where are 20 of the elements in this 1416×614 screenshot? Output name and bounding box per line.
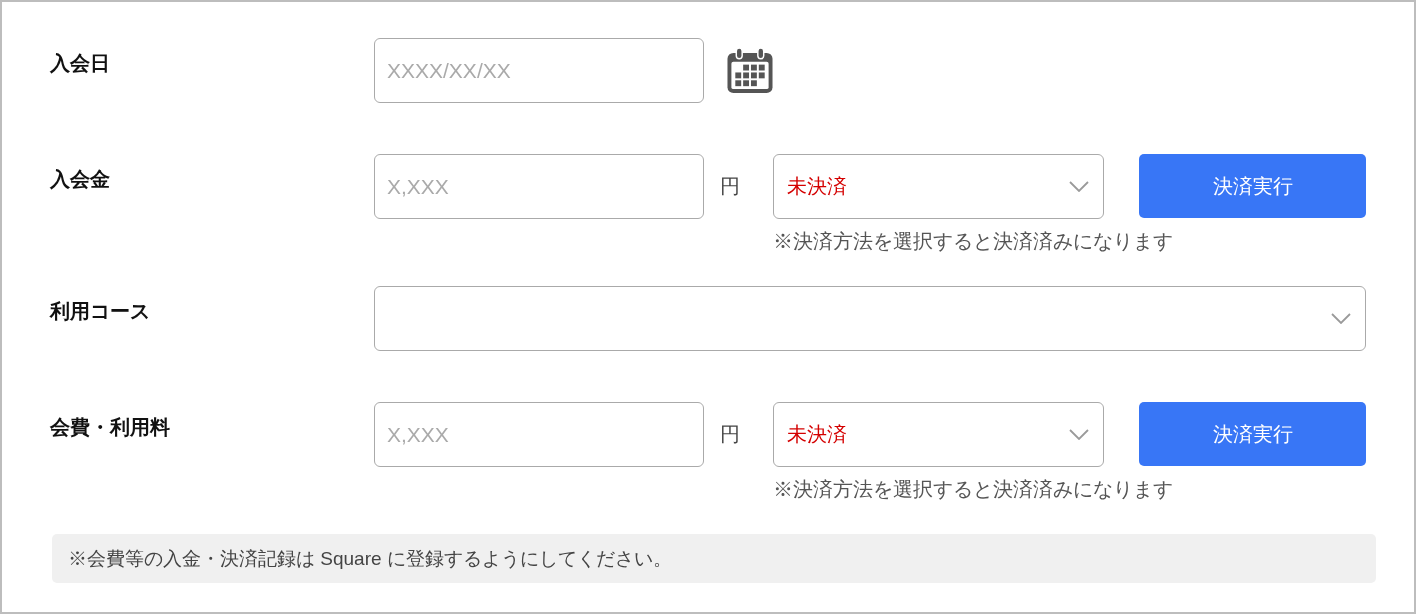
notice-banner: ※会費等の入金・決済記録は Square に登録するようにしてください。 [52,534,1376,583]
execute-payment-button[interactable]: 決済実行 [1139,154,1366,218]
execute-payment-button[interactable]: 決済実行 [1139,402,1366,466]
payment-status-dropdown[interactable]: 未決済 [773,402,1104,467]
amount-input[interactable]: X,XXX [374,402,704,467]
payment-status-dropdown[interactable]: 未決済 [773,154,1104,219]
chevron-down-icon [1331,313,1351,324]
payment-hint: ※決済方法を選択すると決済済みになります [773,477,1173,502]
amount-input[interactable]: X,XXX [374,154,704,219]
field-label: 入会金 [50,167,110,192]
field-label: 会費・利用料 [50,415,170,440]
field-label: 入会日 [50,51,110,76]
calendar-icon[interactable] [726,47,774,94]
chevron-down-icon [1069,181,1089,192]
chevron-down-icon [1069,429,1089,440]
field-label: 利用コース [50,299,150,324]
currency-unit: 円 [720,174,740,199]
payment-hint: ※決済方法を選択すると決済済みになります [773,229,1173,254]
currency-unit: 円 [720,422,740,447]
date-input[interactable]: XXXX/XX/XX [374,38,704,103]
